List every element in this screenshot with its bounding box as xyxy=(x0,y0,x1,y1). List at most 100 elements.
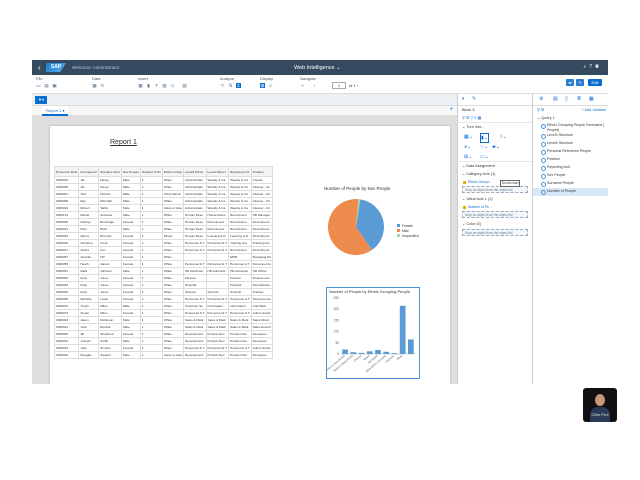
table-row[interactable]: 0000001 Jim Davey Male 1 White Administratio We… xyxy=(53,176,274,184)
column-header[interactable]: Reporting Uni xyxy=(228,166,252,177)
tab-report-1[interactable]: Report 1 ▾ xyxy=(42,106,69,116)
query-object-item[interactable]: Ethnic Grouping People Forename [ People… xyxy=(533,122,608,132)
menu-data[interactable]: Data xyxy=(92,76,100,81)
insert-shape-icon[interactable]: ◇ xyxy=(170,83,175,88)
table-row[interactable]: 0000008 Ray McGrath Male 1 White Administratio… xyxy=(53,197,274,205)
query-object-item[interactable]: Number of People xyxy=(533,188,608,196)
edit-button[interactable]: Edit xyxy=(588,79,602,86)
table-row[interactable]: 0000016 Robert Tailby Male 1 Asian or Asia Adm… xyxy=(53,204,274,212)
legend-item[interactable]: Unspecified xyxy=(397,234,419,239)
area-type-icon[interactable]: ▰⌄ xyxy=(492,143,500,151)
menu-insert[interactable]: Insert xyxy=(138,76,148,81)
data-icon[interactable]: ▦ xyxy=(92,83,97,88)
value-drop-zone[interactable]: Drop an object from the object list xyxy=(462,211,528,218)
table-icon[interactable]: ▦⌄ xyxy=(464,133,473,141)
bar[interactable] xyxy=(383,351,390,354)
table-row[interactable]: 0000073 Susan Miles Female 1 White Personnel &… xyxy=(53,309,274,317)
first-page-icon[interactable]: « xyxy=(300,83,305,88)
bar-chart-block[interactable]: Number of People by Ethnic Grouping Peop… xyxy=(326,287,420,379)
back-button[interactable]: ‹ xyxy=(38,63,41,72)
table-row[interactable]: 0000063 Kelly Jones Female 1 White Hospital Hos… xyxy=(53,281,274,289)
column-header[interactable]: Level4 Struct xyxy=(205,166,230,177)
line-chart-type-icon[interactable]: ⌇⌄ xyxy=(500,133,507,141)
sort-icon[interactable]: ⇅ xyxy=(228,83,233,88)
column-header[interactable]: Number of Pe xyxy=(139,166,163,177)
table-row[interactable]: 0000007 Terri Herbert Male 1 Other Ethnic Admi… xyxy=(53,190,274,198)
interactive-icon[interactable]: ⇄ xyxy=(566,79,574,86)
table-row[interactable]: 0000062 Kelly Jones Female 1 White Finance Fina… xyxy=(53,274,274,282)
app-title[interactable]: Web Intelligence ⌄ xyxy=(294,65,341,71)
table-row[interactable]: 0000043 John Russell Male 1 White Sales & Mark… xyxy=(53,323,274,331)
column-header[interactable]: Personnel Refe xyxy=(53,166,80,177)
table-row[interactable]: 0000068 Michelle Lewis Female 1 White Personne… xyxy=(53,295,274,303)
dataset-icon[interactable]: ▤ xyxy=(553,96,558,102)
filter-icon[interactable]: ⚲ xyxy=(462,116,465,120)
list-icon[interactable]: ≣ xyxy=(577,96,581,102)
menu-analyze[interactable]: Analyze xyxy=(220,76,234,81)
category-axis-item[interactable]: Ethnic Groupi... xyxy=(462,179,528,185)
new-icon[interactable]: ▭ xyxy=(36,83,41,88)
query-node[interactable]: ⌄ Query 1 xyxy=(533,114,608,122)
query-object-item[interactable]: Surname People xyxy=(533,180,608,188)
page-of-label[interactable]: of 1 › xyxy=(349,83,358,88)
table-row[interactable]: 0000006 Jim Davey Male 1 White Administratio We… xyxy=(53,183,274,191)
data-assignment-header[interactable]: ⌄ Data Assignment xyxy=(458,161,532,170)
calc-icon[interactable]: Σ xyxy=(474,116,476,120)
query-object-item[interactable]: Sex People xyxy=(533,172,608,180)
value-axis-header[interactable]: ⌄ Value Axis 1 (1) xyxy=(458,195,532,203)
open-icon[interactable]: ▤ xyxy=(44,83,49,88)
table-row[interactable]: 0000042 Nancy Burrows Female 1 Mixed Human Res… xyxy=(53,232,274,240)
menu-display[interactable]: Display xyxy=(260,76,273,81)
insert-table-icon[interactable]: ▦ xyxy=(138,83,143,88)
map-type-icon[interactable]: ▭⌄ xyxy=(480,153,489,161)
add-report-icon[interactable]: + xyxy=(449,107,453,113)
bar[interactable] xyxy=(399,305,406,354)
insert-image-icon[interactable]: ▨ xyxy=(162,83,167,88)
menu-file[interactable]: File xyxy=(36,76,42,81)
value-axis-item[interactable]: Number of Pe... xyxy=(462,204,528,210)
ranking-icon[interactable]: Σ xyxy=(236,83,241,88)
column-header[interactable]: Surname Pers xyxy=(98,166,122,177)
table-row[interactable]: 0000090 Jill Shepherd Female 1 White Developme… xyxy=(53,330,274,338)
table-row[interactable]: 0000051 Mark Johnson Male 1 White HR Administr… xyxy=(53,267,274,275)
query-object-item[interactable]: Reporting Unit xyxy=(533,164,608,172)
column-header[interactable]: Level3 Struct xyxy=(182,166,207,177)
refresh-icon[interactable]: ↻ xyxy=(100,83,105,88)
insert-text-icon[interactable]: T xyxy=(154,83,159,88)
bar[interactable] xyxy=(350,352,357,354)
bar[interactable] xyxy=(366,351,373,354)
insert-more-icon[interactable]: ▤ xyxy=(182,83,187,88)
insert-chart-icon[interactable]: ▮ xyxy=(146,83,151,88)
report-title[interactable]: Report 1 xyxy=(110,139,137,146)
color-drop-zone[interactable]: Drop an object from the object list xyxy=(462,229,528,236)
add-variable-button[interactable]: + Add Variable xyxy=(581,106,606,114)
table-row[interactable]: 0000091 Joseph Smith Male 1 White Development P… xyxy=(53,337,274,345)
bar[interactable] xyxy=(375,349,381,354)
scatter-type-icon[interactable]: ⁘⌄ xyxy=(480,143,488,151)
outline-icon[interactable]: ≡ xyxy=(268,83,273,88)
bar[interactable] xyxy=(342,349,348,354)
gear-icon[interactable]: ⚙ xyxy=(539,96,543,102)
page-number-input[interactable]: 1 xyxy=(332,82,346,89)
filter-icon[interactable]: ▽ xyxy=(220,83,225,88)
more-icon[interactable]: ▦ xyxy=(478,116,482,120)
panel-grid-icon[interactable]: ▦ xyxy=(589,96,594,102)
bar-chart-type-icon[interactable]: ▮⌄ xyxy=(480,133,489,143)
format-icon[interactable]: ✎ xyxy=(472,96,476,102)
column-header[interactable]: Forename F xyxy=(78,166,100,177)
table-row[interactable]: 0000003 Jason Robinson Male 1 White Sales & Ma… xyxy=(53,316,274,324)
query-object-item[interactable]: Level4 Structure xyxy=(533,140,608,148)
prev-page-icon[interactable]: ‹ xyxy=(312,83,317,88)
table-row[interactable]: 0000094 Douglas Stewart Male 1 Asian or Asia D… xyxy=(53,351,274,359)
pie-type-icon[interactable]: ◕⌄ xyxy=(464,143,471,151)
turn-into-header[interactable]: ⌄ Turn Into... xyxy=(458,122,532,131)
table-row[interactable]: 0000070 Tmyth Miles Male 1 White Customer Se In… xyxy=(53,302,274,310)
box-plot-icon[interactable]: ⊞⌄ xyxy=(464,153,472,161)
category-axis-header[interactable]: ⌄ Category Axis (1) xyxy=(458,170,532,178)
column-header[interactable]: Position xyxy=(250,166,274,177)
color-header[interactable]: ⌄ Color (0) xyxy=(458,220,532,228)
pie-chart[interactable] xyxy=(326,197,386,257)
doc-icon[interactable]: ▯ xyxy=(565,96,568,102)
sort-icon[interactable]: ⇅ xyxy=(466,116,469,120)
table-row[interactable]: 0000062 Kelly Jones Female 1 White Schools Scho… xyxy=(53,288,274,296)
